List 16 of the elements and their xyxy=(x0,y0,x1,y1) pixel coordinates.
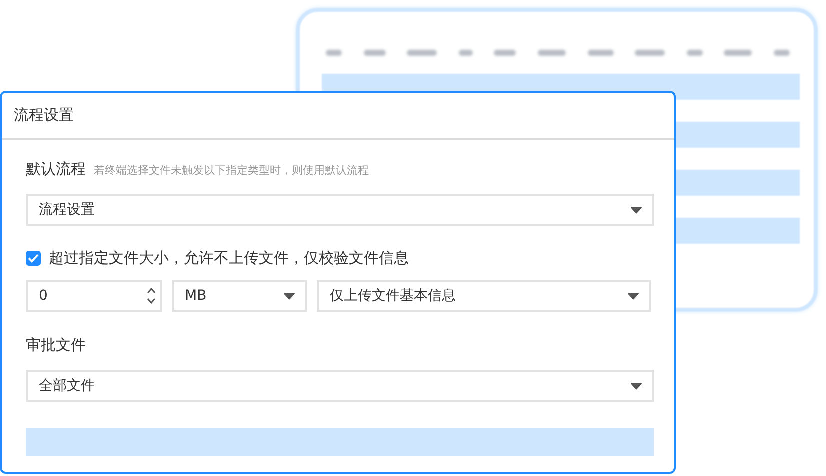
checkbox[interactable] xyxy=(26,250,41,266)
files-select[interactable]: 全部文件 xyxy=(26,370,654,402)
caret-icon xyxy=(631,382,642,390)
dialog-title: 流程设置 xyxy=(14,106,74,125)
stepper-icon[interactable] xyxy=(147,287,156,305)
field-label: 默认流程 xyxy=(26,160,86,179)
caret-icon xyxy=(631,206,642,214)
mode-select[interactable]: 仅上传文件基本信息 xyxy=(317,280,651,312)
checkbox-label: 超过指定文件大小，允许不上传文件，仅校验文件信息 xyxy=(49,248,409,268)
field-label: 审批文件 xyxy=(26,336,86,355)
unit-select[interactable]: MB xyxy=(172,280,307,312)
flow-select[interactable]: 流程设置 xyxy=(26,194,654,226)
caret-icon xyxy=(628,292,639,300)
hint-text: 若终端选择文件未触发以下指定类型时，则使用默认流程 xyxy=(94,163,369,178)
caret-icon xyxy=(284,292,295,300)
number-field[interactable]: 0 xyxy=(26,280,162,312)
